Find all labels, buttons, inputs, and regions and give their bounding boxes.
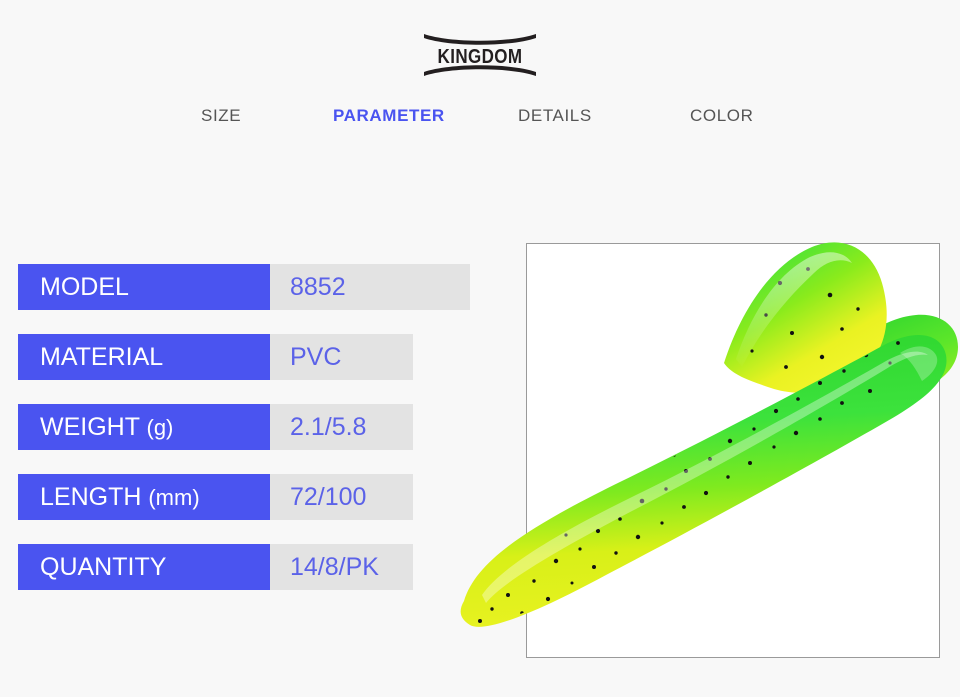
spec-label-length: LENGTH (mm)	[18, 474, 270, 520]
specification-table: MODEL 8852 MATERIAL PVC WEIGHT (g) 2.1/5…	[18, 264, 478, 590]
spec-value-model: 8852	[270, 264, 470, 310]
spec-value-quantity: 14/8/PK	[270, 544, 413, 590]
tab-parameter[interactable]: PARAMETER	[333, 104, 445, 128]
table-row: MODEL 8852	[18, 264, 478, 310]
spec-label-text: MATERIAL	[40, 343, 164, 371]
table-row: LENGTH (mm) 72/100	[18, 474, 478, 520]
tab-navigation: SIZE PARAMETER DETAILS COLOR	[0, 104, 960, 134]
spec-label-text: MODEL	[40, 273, 129, 301]
tab-color[interactable]: COLOR	[690, 104, 753, 128]
spec-label-text: WEIGHT	[40, 413, 140, 441]
product-image-panel	[526, 243, 940, 658]
spec-value-length: 72/100	[270, 474, 413, 520]
tab-size[interactable]: SIZE	[201, 104, 241, 128]
spec-label-model: MODEL	[18, 264, 270, 310]
spec-value-material: PVC	[270, 334, 413, 380]
spec-label-unit: (g)	[146, 415, 174, 440]
spec-label-weight: WEIGHT (g)	[18, 404, 270, 450]
spec-label-material: MATERIAL	[18, 334, 270, 380]
brand-name-text: KINGDOM	[438, 45, 523, 68]
brand-logo: KINGDOM	[0, 30, 960, 80]
kingdom-wordmark-logo: KINGDOM	[424, 34, 536, 76]
table-row: WEIGHT (g) 2.1/5.8	[18, 404, 478, 450]
spec-label-text: QUANTITY	[40, 553, 167, 581]
table-row: MATERIAL PVC	[18, 334, 478, 380]
spec-label-text: LENGTH	[40, 483, 142, 511]
table-row: QUANTITY 14/8/PK	[18, 544, 478, 590]
spec-label-quantity: QUANTITY	[18, 544, 270, 590]
tab-details[interactable]: DETAILS	[518, 104, 592, 128]
spec-label-unit: (mm)	[148, 485, 200, 510]
spec-value-weight: 2.1/5.8	[270, 404, 413, 450]
